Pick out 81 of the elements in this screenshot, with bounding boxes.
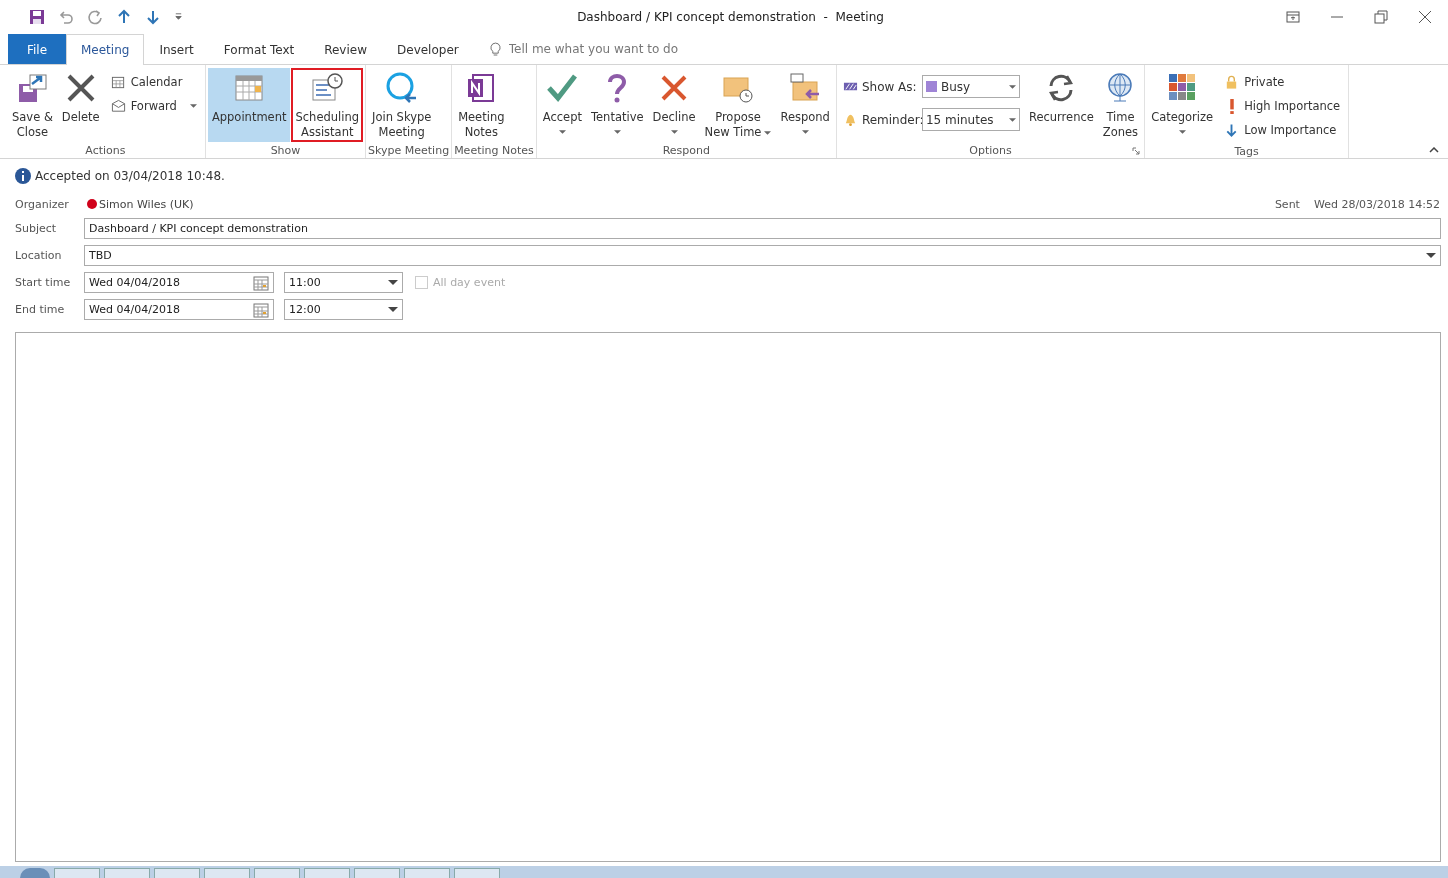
option-dropdown[interactable]: Busy (921, 75, 1020, 98)
checkmark-icon (546, 72, 579, 104)
group-label: Actions (85, 143, 126, 157)
field-label: Start time (15, 276, 72, 289)
ribbon-tab[interactable]: Insert (144, 34, 209, 64)
message-body-field[interactable] (15, 332, 1441, 862)
ribbon-button[interactable]: Accept (538, 68, 586, 142)
ribbon-button[interactable]: Tentative (586, 68, 648, 142)
ribbon-button[interactable]: Private (1222, 71, 1343, 93)
organizer-name[interactable]: Simon Wiles (UK) (99, 197, 194, 211)
caret-icon (388, 307, 398, 312)
redo-icon[interactable] (87, 8, 103, 25)
ribbon-tab[interactable]: Meeting (66, 34, 145, 65)
field-label: Location (15, 249, 63, 262)
window-title: Dashboard / KPI concept demonstration - Meeting (576, 9, 885, 24)
info-message: Accepted on 03/04/2018 10:48. (35, 169, 225, 183)
field-label: Subject (15, 222, 58, 235)
customize-caret-icon[interactable] (174, 12, 183, 21)
ribbon-button[interactable]: Decline (648, 68, 700, 142)
calendar-icon (253, 274, 269, 291)
envelope-icon (110, 98, 126, 114)
group-label: Options (969, 143, 1012, 157)
dialog-launcher-icon[interactable] (1132, 147, 1141, 155)
subject-field[interactable]: Dashboard / KPI concept demonstration (84, 218, 1441, 239)
ribbon-button[interactable]: High Importance (1222, 95, 1343, 117)
ribbon-tab[interactable]: Review (309, 34, 382, 64)
ribbon-button[interactable]: Join Skype Meeting (368, 68, 436, 142)
date-field[interactable]: Wed 04/04/2018 (84, 299, 274, 320)
ribbon-button[interactable]: Save & Close (8, 68, 57, 142)
field-label: Sent (1274, 197, 1300, 211)
down-arrow-icon[interactable] (145, 8, 161, 25)
ribbon-button[interactable]: Time Zones (1098, 68, 1143, 142)
ribbon-button[interactable]: Meeting Notes (454, 68, 509, 142)
ribbon-button[interactable]: Recurrence (1024, 68, 1098, 142)
restore-icon[interactable] (1374, 9, 1388, 24)
ribbon-tab[interactable]: File (8, 34, 66, 64)
caret-icon (1008, 84, 1016, 89)
tell-me-search-field[interactable]: Tell me what you want to do (506, 41, 711, 57)
ribbon-button[interactable]: Calendar (108, 71, 199, 93)
option-dropdown[interactable]: 15 minutes (921, 108, 1020, 131)
ribbon-button[interactable]: Delete (57, 68, 104, 142)
ribbon-button[interactable]: Appointment (207, 68, 291, 142)
group-label: Respond (662, 143, 710, 157)
ribbon-button[interactable]: Categorize (1147, 68, 1218, 144)
ribbon-button[interactable]: Forward (108, 95, 199, 117)
ribbon-button[interactable]: Scheduling Assistant (291, 68, 364, 142)
group-label: Tags (1234, 144, 1259, 158)
field-label: Organizer (15, 197, 70, 211)
calendar-icon (233, 72, 266, 104)
collapse-ribbon-icon[interactable] (1429, 147, 1439, 153)
caret-icon (1008, 117, 1016, 122)
caret-icon (388, 280, 398, 285)
busy-swatch-icon (925, 81, 937, 92)
time-field[interactable]: 11:00 (284, 272, 403, 293)
schedule-clock-icon (311, 72, 344, 104)
close-icon[interactable] (1418, 9, 1432, 24)
group-label: Show (270, 143, 301, 157)
save-icon[interactable] (29, 8, 45, 25)
caret-icon (1426, 253, 1436, 258)
ribbon-tab[interactable]: Format Text (208, 34, 310, 64)
field-label: End time (15, 303, 66, 316)
calendar-icon (253, 301, 269, 318)
group-label: Skype Meeting (368, 143, 450, 157)
sent-date: Wed 28/03/2018 14:52 (1313, 197, 1440, 211)
exclamation-icon (1230, 98, 1235, 114)
save-close-icon (16, 72, 49, 104)
undo-icon[interactable] (58, 8, 74, 25)
info-icon (15, 168, 31, 184)
ribbon-tab[interactable]: Developer (382, 34, 474, 64)
ribbon-display-icon[interactable] (1286, 9, 1300, 24)
time-field[interactable]: 12:00 (284, 299, 403, 320)
lightbulb-icon (489, 41, 501, 57)
group-label: Meeting Notes (454, 143, 534, 157)
up-arrow-icon[interactable] (116, 8, 132, 25)
location-field[interactable]: TBD (84, 245, 1441, 266)
ribbon-button[interactable]: Respond (776, 68, 834, 142)
option-label: Show As: (861, 79, 918, 94)
ribbon-button[interactable]: Propose New Time (700, 68, 776, 142)
calendar-icon (110, 74, 126, 90)
date-field[interactable]: Wed 04/04/2018 (84, 272, 274, 293)
ribbon-button[interactable]: Low Importance (1222, 119, 1343, 141)
